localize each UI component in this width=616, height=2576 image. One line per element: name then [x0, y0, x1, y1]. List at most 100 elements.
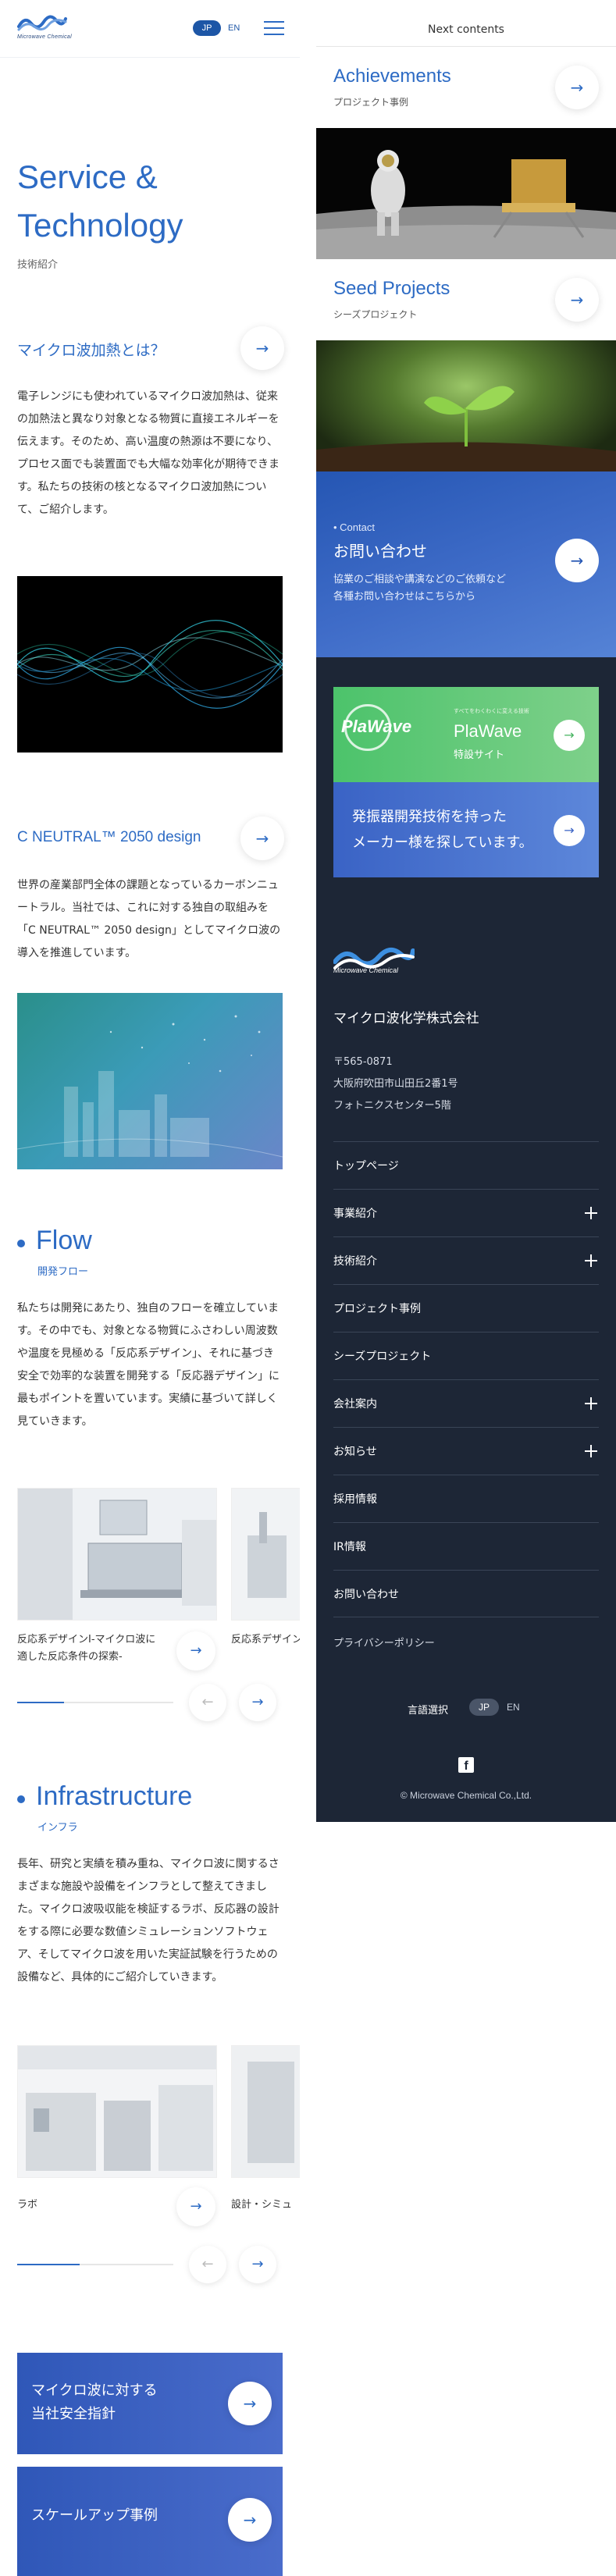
footer-nav-label: トップページ [333, 1160, 399, 1172]
arrow-right-icon: → [570, 551, 584, 570]
footer-nav-item[interactable]: 事業紹介 [333, 1189, 599, 1236]
plawave-logo: PlaWave [341, 717, 412, 736]
site-header: Microwave Chemical JP EN [0, 0, 300, 58]
cneutral-factory-image [17, 993, 283, 1169]
footer-address: 〒565-0871 大阪府吹田市山田丘2番1号 フォトニクスセンター5階 [333, 1056, 458, 1112]
flow-next-button[interactable]: → [239, 1684, 276, 1721]
scaleup-link[interactable]: スケールアップ事例 → [17, 2467, 283, 2576]
footer-lang-en-button[interactable]: EN [507, 1699, 520, 1716]
page-subtitle: 技術紹介 [17, 259, 59, 271]
recruit-maker-arrow-button[interactable]: → [554, 815, 585, 846]
next-seed-projects-link[interactable]: Seed Projects シーズプロジェクト → [316, 259, 616, 340]
infra-prev-button[interactable]: ← [189, 2246, 226, 2283]
flow-slider-track[interactable] [17, 1702, 173, 1703]
arrow-left-icon: ← [201, 2256, 214, 2272]
plawave-name: PlaWave [454, 721, 522, 741]
footer-nav-item[interactable]: トップページ [333, 1141, 599, 1189]
flow-subtitle: 開発フロー [37, 1266, 89, 1278]
seedling-graphic [316, 386, 616, 471]
arrow-right-icon: → [190, 1642, 202, 1659]
infra-next-button[interactable]: → [239, 2246, 276, 2283]
footer-nav-label: シーズプロジェクト [333, 1350, 432, 1363]
astronaut-image[interactable] [316, 128, 616, 259]
recruit-maker-text: 発振器開発技術を持った メーカー様を探しています。 [352, 809, 533, 851]
lang-jp-button[interactable]: JP [193, 20, 221, 36]
seed-projects-title: Seed Projects [333, 278, 450, 299]
microwave-arrow-button[interactable]: → [240, 326, 284, 370]
logo-text: Microwave Chemical [17, 34, 72, 40]
plus-icon[interactable] [585, 1445, 597, 1457]
bullet-dot [17, 1240, 25, 1247]
safety-guideline-link[interactable]: マイクロ波に対する 当社安全指針 → [17, 2353, 283, 2454]
footer-lang-jp-button[interactable]: JP [469, 1699, 499, 1716]
seedling-image[interactable] [316, 340, 616, 471]
footer-nav-item[interactable]: 採用情報 [333, 1475, 599, 1522]
cneutral-arrow-button[interactable]: → [240, 817, 284, 860]
infrastructure-subtitle: インフラ [37, 1822, 78, 1834]
infra-slider-track[interactable] [17, 2264, 173, 2265]
infra-slider-progress [17, 2264, 80, 2265]
footer-nav-item[interactable]: 会社案内 [333, 1379, 599, 1427]
flow-card-image-2[interactable] [231, 1488, 300, 1621]
next-achievements-link[interactable]: Achievements プロジェクト事例 → [316, 47, 616, 128]
microwave-body: 電子レンジにも使われているマイクロ波加熱は、従来の加熱法と異なり対象となる物質に… [17, 390, 280, 516]
footer-nav-label: お知らせ [333, 1446, 377, 1458]
flow-title: Flow [36, 1226, 92, 1255]
next-contents-header: Next contents [316, 0, 616, 47]
contact-description: 協業のご相談や講演などのご依頼など 各種お問い合わせはこちらから [333, 574, 507, 603]
footer-nav-item[interactable]: 技術紹介 [333, 1236, 599, 1284]
arrow-right-icon: → [570, 290, 584, 309]
cneutral-body: 世界の産業部門全体の課題となっているカーボンニュートラル。当社では、これに対する… [17, 879, 281, 959]
logo-icon[interactable] [17, 14, 67, 31]
seed-projects-arrow-button[interactable]: → [555, 278, 599, 322]
infra-card-arrow-button[interactable]: → [176, 2187, 215, 2226]
contact-arrow-button[interactable]: → [555, 539, 599, 582]
plus-icon[interactable] [585, 1397, 597, 1410]
page-title-line1: Service & [17, 158, 158, 195]
site-footer: PlaWave すべてをわくわくに変える技術 PlaWave 特設サイト → 発… [316, 657, 616, 1822]
infra-card-image-2[interactable] [231, 2045, 300, 2178]
plus-icon[interactable] [585, 1254, 597, 1267]
flow-card-arrow-button[interactable]: → [176, 1631, 215, 1670]
facebook-icon[interactable]: f [458, 1757, 474, 1773]
achievements-arrow-button[interactable]: → [555, 66, 599, 109]
scaleup-arrow-button[interactable]: → [228, 2498, 272, 2542]
lab-room-graphic [18, 2046, 216, 2177]
footer-nav-label: 採用情報 [333, 1493, 377, 1506]
microwave-title: マイクロ波加熱とは？ [17, 343, 166, 359]
microwave-section-link[interactable]: マイクロ波加熱とは？ → [17, 326, 284, 370]
cneutral-section-link[interactable]: C NEUTRAL™ 2050 design → [17, 817, 284, 860]
infra-card-caption-1[interactable]: ラボ [17, 2197, 166, 2214]
footer-nav-item[interactable]: プロジェクト事例 [333, 1284, 599, 1332]
plawave-banner[interactable]: PlaWave すべてをわくわくに変える技術 PlaWave 特設サイト → [333, 687, 599, 782]
footer-nav-label: プロジェクト事例 [333, 1303, 421, 1315]
safety-arrow-button[interactable]: → [228, 2382, 272, 2425]
footer-logo-icon[interactable] [333, 945, 415, 982]
moon-landing-graphic [316, 128, 616, 259]
flow-card-caption-2[interactable]: 反応系デザインⅡ-ラボ検証- [231, 1631, 300, 1649]
privacy-policy-link[interactable]: プライバシーポリシー [333, 1635, 435, 1649]
flow-card-caption-1[interactable]: 反応系デザインⅠ-マイクロ波に適した反応条件の探索- [17, 1631, 166, 1666]
arrow-right-icon: → [564, 823, 575, 838]
plus-icon[interactable] [585, 1207, 597, 1219]
flow-prev-button[interactable]: ← [189, 1684, 226, 1721]
plawave-arrow-button[interactable]: → [554, 720, 585, 751]
arrow-right-icon: → [251, 1694, 264, 1710]
footer-nav-item[interactable]: シーズプロジェクト [333, 1332, 599, 1379]
contact-panel[interactable]: • Contact お問い合わせ 協業のご相談や講演などのご依頼など 各種お問い… [316, 471, 616, 657]
footer-nav-item[interactable]: お知らせ [333, 1427, 599, 1475]
arrow-right-icon: → [570, 78, 584, 97]
flow-slider-progress [17, 1702, 64, 1703]
flow-body: 私たちは開発にあたり、独自のフローを確立しています。その中でも、対象となる物質に… [17, 1302, 280, 1428]
flow-card-image[interactable] [17, 1488, 217, 1621]
footer-nav-label: お問い合わせ [333, 1589, 399, 1601]
recruit-maker-banner[interactable]: 発振器開発技術を持った メーカー様を探しています。 → [333, 782, 599, 877]
achievements-title: Achievements [333, 66, 451, 87]
arrow-right-icon: → [190, 2198, 202, 2215]
menu-icon[interactable] [264, 21, 284, 35]
footer-nav-item[interactable]: IR情報 [333, 1522, 599, 1570]
lang-en-button[interactable]: EN [228, 20, 240, 36]
infra-card-caption-2[interactable]: 設計・シミュ [231, 2197, 300, 2214]
infra-card-image[interactable] [17, 2045, 217, 2178]
footer-nav-item[interactable]: お問い合わせ [333, 1570, 599, 1617]
